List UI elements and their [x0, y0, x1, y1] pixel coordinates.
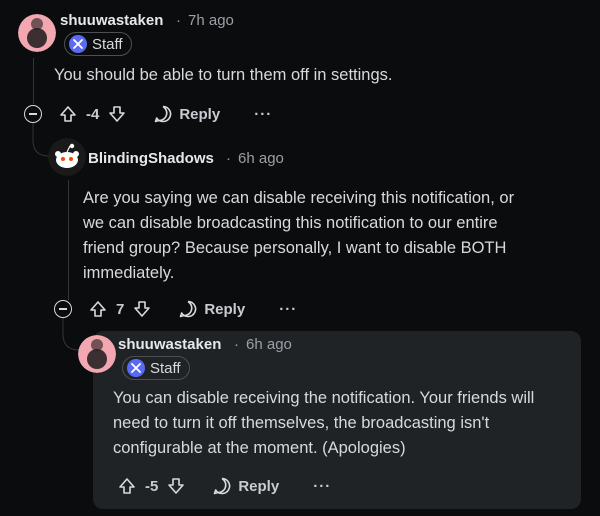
comment-3-score: -5 — [145, 477, 159, 495]
upvote-arrow-icon — [60, 106, 76, 122]
downvote-button[interactable] — [132, 299, 152, 319]
comment-3-body: You can disable receiving the notificati… — [113, 386, 534, 461]
comment-3-separator: · — [234, 336, 239, 353]
more-options-button[interactable]: ··· — [279, 301, 297, 318]
more-options-button[interactable]: ··· — [313, 478, 331, 495]
comment-2-actions: 7 Reply ··· — [88, 295, 297, 323]
comment-3-body-line: You can disable receiving the notificati… — [113, 389, 535, 407]
staff-badge-icon — [69, 35, 87, 53]
avatar-shuuwastaken[interactable] — [18, 14, 56, 52]
downvote-button[interactable] — [107, 104, 127, 124]
reply-button[interactable]: Reply — [212, 476, 279, 496]
comment-2-body-line: immediately. — [83, 264, 175, 282]
comment-3-body-line: configurable at the moment. (Apologies) — [113, 439, 406, 457]
reply-button[interactable]: Reply — [178, 299, 245, 319]
comment-2-score: 7 — [116, 300, 125, 318]
thread-line-reply-1 — [68, 180, 69, 300]
comment-2-body: Are you saying we can disable receiving … — [83, 186, 514, 286]
comment-1-score: -4 — [86, 105, 100, 123]
comment-3-time[interactable]: 6h ago — [246, 336, 292, 353]
upvote-button[interactable] — [88, 299, 108, 319]
comment-2-body-line: friend group? Because personally, I want… — [83, 239, 507, 257]
comment-bubble-icon — [180, 300, 197, 318]
comment-1-username[interactable]: shuuwastaken — [60, 12, 163, 29]
upvote-arrow-icon — [90, 301, 106, 317]
staff-badge-icon — [127, 359, 145, 377]
reply-label: Reply — [238, 477, 280, 495]
comment-1-time[interactable]: 7h ago — [188, 12, 234, 29]
upvote-arrow-icon — [119, 478, 135, 494]
comment-1-separator: · — [176, 12, 181, 29]
staff-badge-label: Staff — [92, 35, 123, 53]
comment-3-actions: -5 Reply ··· — [117, 472, 331, 500]
comment-1-staff-badge: Staff — [64, 32, 132, 56]
avatar-blindingshadows[interactable] — [48, 138, 86, 176]
avatar-shuuwastaken[interactable] — [78, 335, 116, 373]
comment-2-username[interactable]: BlindingShadows — [88, 150, 214, 167]
more-options-button[interactable]: ··· — [254, 106, 272, 123]
reply-label: Reply — [179, 105, 221, 123]
comment-2-time[interactable]: 6h ago — [238, 150, 284, 167]
upvote-button[interactable] — [117, 476, 137, 496]
comment-3-username[interactable]: shuuwastaken — [118, 336, 221, 353]
thread-line-main — [33, 58, 34, 104]
staff-badge-label: Staff — [150, 359, 181, 377]
comment-2-collapse-button[interactable] — [54, 300, 72, 318]
reply-button[interactable]: Reply — [153, 104, 220, 124]
comment-1-actions: -4 Reply ··· — [58, 100, 272, 128]
comment-1-body: You should be able to turn them off in s… — [54, 66, 393, 84]
comment-3-staff-badge: Staff — [122, 356, 190, 380]
comment-2-body-line: we can disable broadcasting this notific… — [83, 214, 498, 232]
comment-bubble-icon — [214, 477, 231, 495]
comment-3-body-line: need to turn it off themselves, the broa… — [113, 414, 490, 432]
comment-2-separator: · — [226, 150, 231, 167]
downvote-arrow-icon — [168, 478, 185, 494]
reply-label: Reply — [204, 300, 246, 318]
comment-2-body-line: Are you saying we can disable receiving … — [83, 189, 515, 207]
upvote-button[interactable] — [58, 104, 78, 124]
downvote-button[interactable] — [166, 476, 186, 496]
comment-1-collapse-button[interactable] — [24, 105, 42, 123]
downvote-arrow-icon — [134, 301, 151, 317]
downvote-arrow-icon — [109, 106, 126, 122]
comment-bubble-icon — [155, 105, 172, 123]
